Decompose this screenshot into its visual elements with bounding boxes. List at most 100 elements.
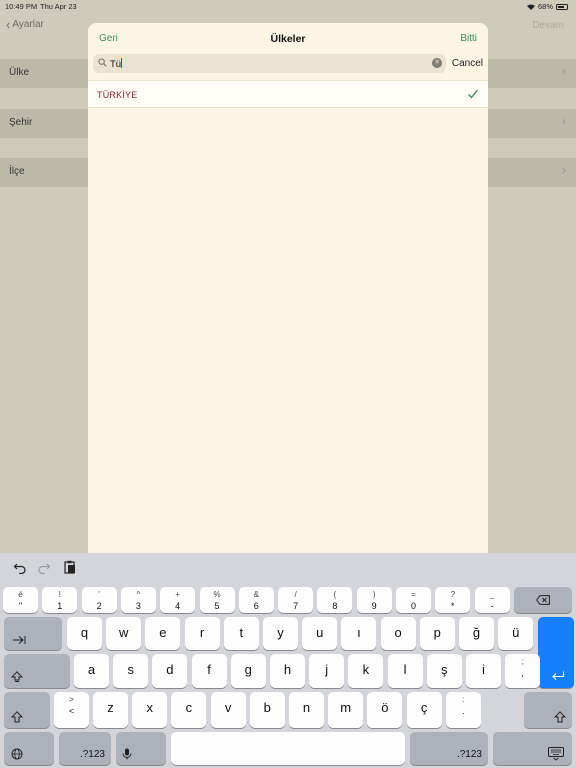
letter-key[interactable]: a bbox=[74, 654, 109, 688]
search-input[interactable]: Tü ✕ bbox=[93, 54, 446, 73]
letter-key[interactable]: ş bbox=[426, 654, 462, 688]
letter-key[interactable]: w bbox=[106, 617, 142, 650]
letter-key[interactable]: s bbox=[113, 654, 149, 688]
settings-back-button[interactable]: ‹ Ayarlar bbox=[6, 18, 44, 31]
letter-key[interactable]: x bbox=[132, 692, 168, 728]
caps-lock-icon bbox=[11, 671, 23, 682]
globe-key[interactable] bbox=[4, 732, 54, 765]
letter-key[interactable]: p bbox=[419, 617, 455, 650]
letter-key[interactable]: t bbox=[223, 617, 259, 650]
letter-key[interactable]: g bbox=[230, 654, 266, 688]
key-secondary-label: ) bbox=[372, 590, 376, 599]
letter-key[interactable]: ı bbox=[341, 617, 377, 650]
shift-icon bbox=[554, 711, 566, 723]
letter-key[interactable]: r bbox=[184, 617, 220, 650]
hide-keyboard-key[interactable] bbox=[493, 732, 572, 765]
key-primary-label: 7 bbox=[293, 601, 299, 611]
key-label: e bbox=[159, 625, 167, 640]
letter-key[interactable]: j bbox=[309, 654, 345, 688]
delete-key[interactable] bbox=[514, 587, 572, 613]
key-secondary-label: ; bbox=[521, 657, 524, 666]
numbers-key-label: .?123 bbox=[79, 749, 105, 760]
numbers-key-right[interactable]: .?123 bbox=[410, 732, 488, 765]
key-primary-label: 0 bbox=[410, 601, 416, 611]
number-key[interactable]: = 0 bbox=[396, 587, 431, 613]
search-value: Tü bbox=[110, 59, 122, 70]
key-primary-label: 8 bbox=[332, 601, 338, 611]
number-key[interactable]: ^ 3 bbox=[120, 587, 156, 613]
number-key[interactable]: +4 bbox=[160, 587, 196, 613]
letter-key[interactable]: q bbox=[67, 617, 102, 650]
dictation-key[interactable] bbox=[116, 732, 166, 765]
status-bar: 10:49 PM Thu Apr 23 68% bbox=[0, 0, 576, 12]
letter-key[interactable]: ü bbox=[498, 617, 534, 650]
search-text-wrap: Tü bbox=[110, 58, 123, 70]
key-label: n bbox=[302, 700, 311, 715]
key-label: w bbox=[118, 625, 129, 640]
wifi-icon bbox=[526, 4, 535, 10]
number-key[interactable]: é " bbox=[3, 587, 38, 613]
number-key[interactable]: ? * bbox=[435, 587, 471, 613]
key-label: h bbox=[283, 662, 292, 677]
key-label: v bbox=[224, 700, 232, 715]
key-primary-label: , bbox=[521, 668, 524, 678]
checkmark-icon bbox=[468, 89, 479, 99]
key-secondary-label: / bbox=[294, 590, 297, 599]
shift-left-key[interactable] bbox=[4, 692, 50, 728]
number-key[interactable]: /7 bbox=[278, 587, 314, 613]
tab-key[interactable] bbox=[4, 617, 62, 650]
letter-key[interactable]: k bbox=[348, 654, 384, 688]
letter-key[interactable]: i bbox=[466, 654, 501, 688]
letter-key[interactable]: n bbox=[289, 692, 324, 728]
number-key[interactable]: & 6 bbox=[238, 587, 274, 613]
undo-icon[interactable] bbox=[13, 560, 27, 574]
letter-key[interactable]: e bbox=[145, 617, 181, 650]
key-label: o bbox=[394, 625, 402, 640]
letter-key[interactable]: z bbox=[93, 692, 128, 728]
letter-key[interactable]: d bbox=[152, 654, 188, 688]
punctuation-key[interactable]: ;, bbox=[505, 654, 541, 688]
letter-key[interactable]: ç bbox=[406, 692, 442, 728]
letter-key[interactable]: ö bbox=[367, 692, 403, 728]
number-key[interactable]: _ - bbox=[474, 587, 510, 613]
list-item[interactable]: TÜRKİYE bbox=[88, 80, 488, 108]
punctuation-key[interactable]: :. bbox=[445, 692, 481, 728]
punctuation-key[interactable]: > < bbox=[54, 692, 89, 728]
number-key[interactable]: ) 9 bbox=[356, 587, 392, 613]
letter-key[interactable]: c bbox=[171, 692, 207, 728]
letter-key[interactable]: y bbox=[263, 617, 298, 650]
letter-key[interactable]: b bbox=[249, 692, 285, 728]
keyboard: .?123 .?123 é "! 1 ' 2 ^ 3 +4% 5 & 6/7(8) 9 = 0? * _ - q w… bbox=[0, 553, 576, 768]
paste-icon[interactable] bbox=[63, 560, 77, 574]
letter-key[interactable]: l bbox=[387, 654, 423, 688]
status-time: 10:49 PM bbox=[5, 2, 38, 11]
key-secondary-label: & bbox=[253, 590, 259, 599]
space-key[interactable] bbox=[171, 732, 405, 765]
globe-icon bbox=[11, 748, 23, 760]
continue-button[interactable]: Devam bbox=[532, 20, 564, 31]
return-key[interactable] bbox=[538, 617, 574, 688]
key-secondary-label: ^ bbox=[136, 590, 141, 599]
key-label: l bbox=[403, 662, 407, 677]
letter-key[interactable]: m bbox=[328, 692, 364, 728]
key-label: ç bbox=[420, 700, 428, 715]
cancel-button[interactable]: Cancel bbox=[452, 58, 483, 69]
letter-key[interactable]: o bbox=[380, 617, 416, 650]
done-button[interactable]: Bitti bbox=[460, 33, 477, 44]
number-key[interactable]: ' 2 bbox=[81, 587, 117, 613]
number-key[interactable]: % 5 bbox=[199, 587, 235, 613]
number-key[interactable]: (8 bbox=[317, 587, 353, 613]
letter-key[interactable]: v bbox=[210, 692, 246, 728]
shift-right-key[interactable] bbox=[524, 692, 572, 728]
letter-key[interactable]: f bbox=[191, 654, 227, 688]
numbers-key-left[interactable]: .?123 bbox=[59, 732, 111, 765]
caps-lock-key[interactable] bbox=[4, 654, 70, 688]
letter-key[interactable]: h bbox=[270, 654, 305, 688]
clear-icon[interactable]: ✕ bbox=[432, 58, 442, 68]
letter-key[interactable]: ğ bbox=[459, 617, 494, 650]
letter-key[interactable]: u bbox=[302, 617, 338, 650]
key-secondary-label: > bbox=[69, 695, 74, 704]
key-secondary-label: ? bbox=[450, 590, 456, 599]
redo-icon[interactable] bbox=[37, 560, 51, 574]
number-key[interactable]: ! 1 bbox=[42, 587, 78, 613]
